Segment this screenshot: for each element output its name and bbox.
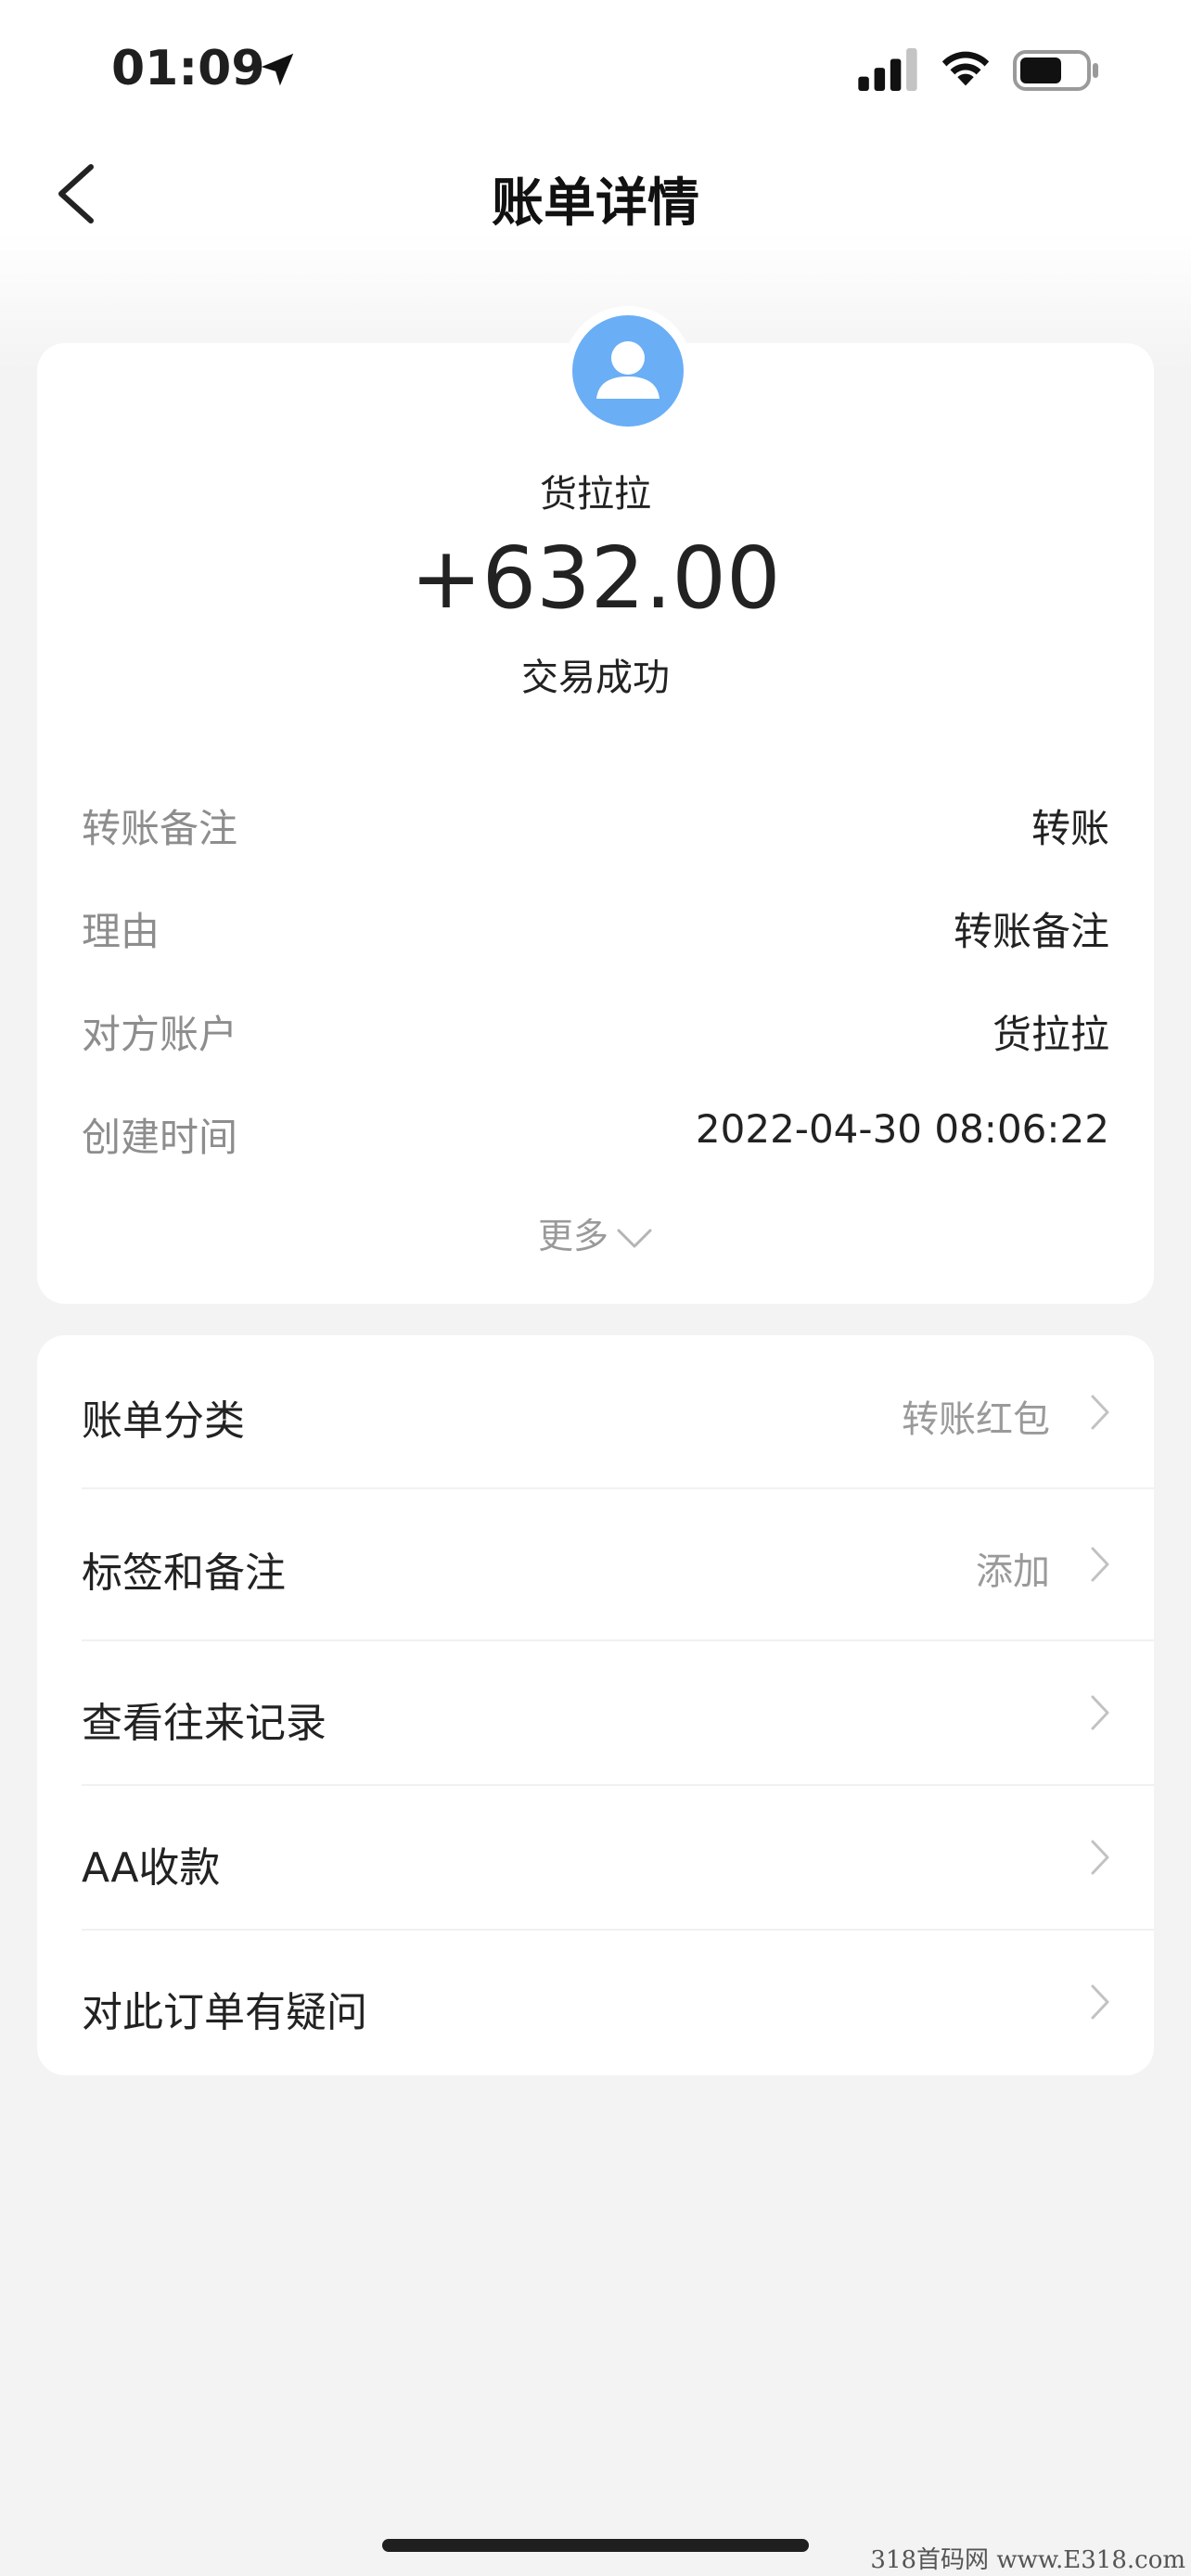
action-label: 标签和备注 <box>82 1549 286 1597</box>
chevron-right-icon <box>1091 1395 1109 1430</box>
chevron-right-icon <box>1091 1695 1109 1730</box>
home-indicator[interactable] <box>382 2539 809 2552</box>
action-label: 对此订单有疑问 <box>82 1989 367 2036</box>
detail-row-transfer-note: 转账备注 转账 <box>82 797 1109 853</box>
action-row-order-question[interactable]: 对此订单有疑问 <box>37 1931 1154 2075</box>
status-bar: 01:09 <box>0 0 1191 139</box>
detail-row-counterparty-account: 对方账户 货拉拉 <box>82 1003 1109 1059</box>
action-row-bill-category[interactable]: 账单分类 转账红包 <box>37 1335 1154 1489</box>
detail-label: 理由 <box>82 909 160 954</box>
wifi-icon <box>941 51 990 86</box>
more-details-toggle[interactable]: 更多 <box>37 1207 1154 1258</box>
navigation-bar: 账单详情 <box>0 139 1191 250</box>
watermark-text: 318首码网 www.E318.com <box>870 2546 1185 2574</box>
transaction-status: 交易成功 <box>521 657 670 699</box>
action-label: 账单分类 <box>82 1397 245 1445</box>
detail-label: 对方账户 <box>82 1012 238 1057</box>
action-value: 转账红包 <box>902 1398 1050 1441</box>
location-arrow-icon <box>261 53 294 86</box>
detail-value: 转账 <box>1031 806 1109 851</box>
detail-value: 货拉拉 <box>992 1012 1109 1057</box>
actions-card: 账单分类 转账红包 标签和备注 添加 查看往来记录 AA收款 对此订单有疑问 <box>37 1335 1154 2075</box>
detail-value: 2022-04-30 08:06:22 <box>695 1106 1109 1152</box>
detail-row-created-time: 创建时间 2022-04-30 08:06:22 <box>82 1106 1109 1162</box>
chevron-right-icon <box>1091 1840 1109 1875</box>
detail-row-reason: 理由 转账备注 <box>82 900 1109 956</box>
action-row-tags-notes[interactable]: 标签和备注 添加 <box>37 1489 1154 1641</box>
transaction-amount: +632.00 <box>410 529 781 628</box>
avatar-ring <box>563 306 693 436</box>
action-label: 查看往来记录 <box>82 1700 327 1747</box>
user-avatar-icon <box>596 341 660 399</box>
detail-label: 创建时间 <box>82 1115 238 1160</box>
chevron-right-icon <box>1091 1547 1109 1582</box>
action-row-aa-collection[interactable]: AA收款 <box>37 1786 1154 1931</box>
status-time: 01:09 <box>111 41 265 96</box>
detail-value: 转账备注 <box>953 909 1109 954</box>
avatar[interactable] <box>572 315 684 427</box>
action-row-view-history[interactable]: 查看往来记录 <box>37 1641 1154 1786</box>
more-label: 更多 <box>537 1216 608 1256</box>
payee-name: 货拉拉 <box>540 473 651 516</box>
battery-icon <box>1013 50 1098 91</box>
page-title: 账单详情 <box>492 173 699 234</box>
detail-label: 转账备注 <box>82 806 238 851</box>
action-value: 添加 <box>976 1550 1050 1593</box>
transaction-summary-card: 货拉拉 +632.00 交易成功 转账备注 转账 理由 转账备注 对方账户 货拉… <box>37 306 1154 1304</box>
action-label: AA收款 <box>82 1844 221 1892</box>
cellular-signal-icon <box>858 48 917 91</box>
chevron-right-icon <box>1091 1984 1109 2020</box>
chevron-down-icon <box>617 1229 652 1247</box>
